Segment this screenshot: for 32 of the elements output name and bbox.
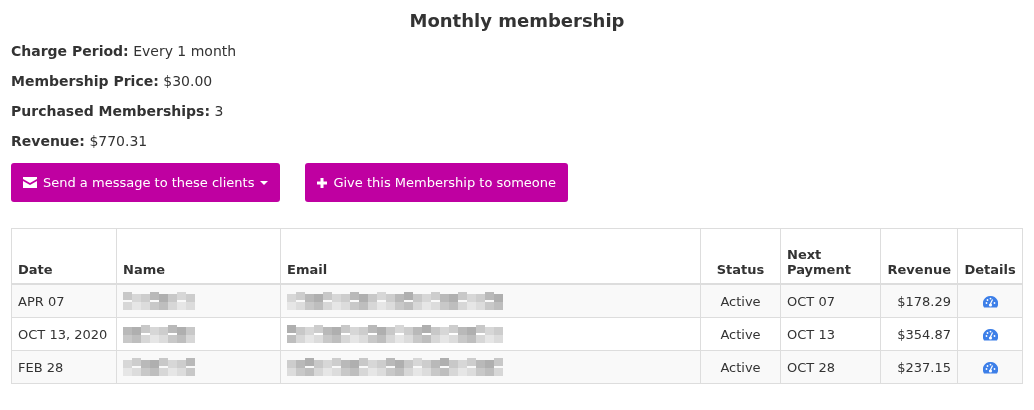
column-header: Revenue [887, 262, 951, 277]
page-title: Monthly membership [408, 10, 626, 31]
table-cell: $237.15 [897, 359, 951, 375]
table-cell: $178.29 [897, 293, 951, 309]
table-cell: OCT 28 [787, 359, 835, 375]
table-cell: Active [720, 326, 761, 342]
table-cell: $354.87 [897, 326, 951, 342]
column-header: Status [716, 262, 765, 277]
detail-text: Charge Period: Every 1 month [11, 43, 238, 59]
caret-icon [260, 180, 269, 185]
plus-icon [317, 177, 328, 188]
column-header: Details [964, 262, 1016, 277]
column-header: Email [287, 262, 328, 277]
table-cell: Active [720, 293, 761, 309]
table-cell: FEB 28 [18, 359, 64, 375]
table-cell: OCT 13 [787, 326, 835, 342]
dashboard-icon[interactable] [982, 296, 998, 308]
dashboard-icon[interactable] [982, 362, 998, 374]
detail-text: Purchased Memberships: 3 [11, 103, 225, 119]
detail-text: Revenue: $770.31 [11, 133, 149, 149]
column-header: Name [123, 262, 165, 277]
table-cell: OCT 07 [787, 293, 835, 309]
envelope-icon [23, 177, 37, 188]
dashboard-icon[interactable] [982, 329, 998, 341]
column-header: Date [18, 262, 53, 277]
table-cell: Active [720, 359, 761, 375]
give-membership-button[interactable]: Give this Membership to someone [305, 163, 569, 202]
send-message-button[interactable]: Send a message to these clients [11, 163, 281, 202]
column-header: Next Payment [787, 247, 852, 277]
table-cell: OCT 13, 2020 [18, 326, 108, 342]
detail-text: Membership Price: $30.00 [11, 73, 214, 89]
table-cell: APR 07 [18, 293, 65, 309]
